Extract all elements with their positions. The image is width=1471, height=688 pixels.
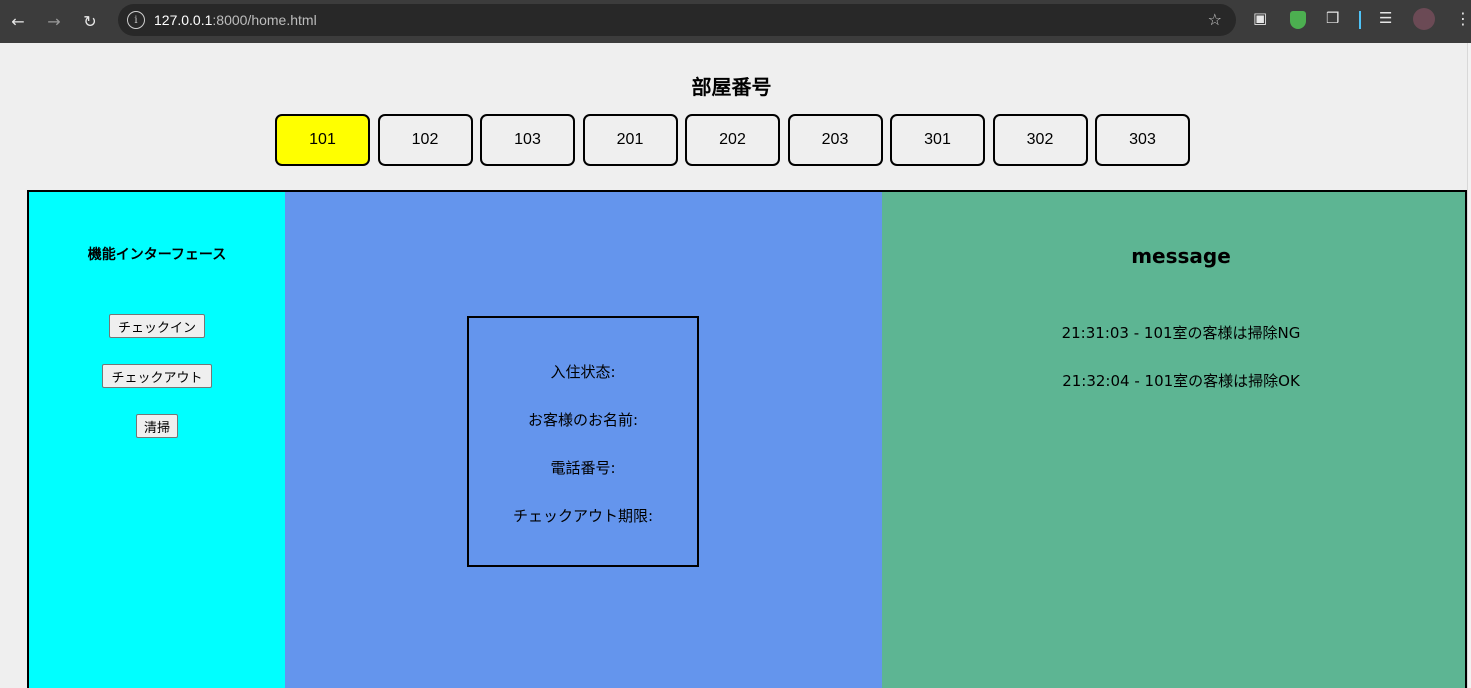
room-button-102[interactable]: 102 (377, 114, 473, 166)
site-info-icon[interactable]: i (127, 11, 145, 29)
room-button-202[interactable]: 202 (685, 114, 780, 166)
url-host: 127.0.0.1 (154, 12, 213, 28)
page-scrollbar[interactable] (1467, 43, 1471, 688)
room-button-101[interactable]: 101 (275, 114, 370, 166)
media-playlist-icon[interactable]: ☰ (1379, 9, 1392, 27)
back-icon[interactable]: ← (4, 8, 32, 36)
profile-avatar[interactable] (1413, 8, 1435, 30)
checkout-deadline-label: チェックアウト期限: (512, 507, 654, 525)
room-button-302[interactable]: 302 (992, 114, 1088, 166)
guest-name-label: お客様のお名前: (527, 411, 639, 429)
message-item: 21:32:04 - 101室の客様は掃除OK (1062, 372, 1300, 390)
reload-icon[interactable]: ↻ (76, 8, 104, 36)
clean-button[interactable]: 清掃 (136, 414, 178, 438)
phone-number-label: 電話番号: (550, 459, 616, 477)
room-button-203[interactable]: 203 (787, 114, 883, 166)
message-panel: message 21:31:03 - 101室の客様は掃除NG 21:32:04… (882, 192, 1465, 688)
checkin-button[interactable]: チェックイン (109, 314, 205, 338)
extension-icon[interactable]: ▣ (1253, 9, 1267, 27)
room-selector: 101 102 103 201 202 203 301 302 303 (275, 114, 1198, 166)
checkout-button[interactable]: チェックアウト (102, 364, 212, 388)
room-button-103[interactable]: 103 (480, 114, 575, 166)
main-container: 機能インターフェース チェックイン チェックアウト 清掃 入住状态: お客様のお… (27, 190, 1467, 688)
room-button-301[interactable]: 301 (890, 114, 985, 166)
room-info-box: 入住状态: お客様のお名前: 電話番号: チェックアウト期限: (467, 316, 699, 567)
bookmark-star-icon[interactable]: ☆ (1208, 10, 1222, 29)
function-panel-title: 機能インターフェース (87, 247, 227, 263)
room-info-panel: 入住状态: お客様のお名前: 電話番号: チェックアウト期限: (285, 192, 882, 688)
forward-icon[interactable]: → (40, 8, 68, 36)
message-item: 21:31:03 - 101室の客様は掃除NG (1061, 324, 1301, 342)
menu-dots-icon[interactable]: ⋮ (1455, 9, 1471, 28)
shield-extension-icon[interactable] (1290, 11, 1306, 29)
room-button-303[interactable]: 303 (1095, 114, 1190, 166)
page-title: 部屋番号 (691, 75, 772, 99)
function-panel: 機能インターフェース チェックイン チェックアウト 清掃 (29, 192, 285, 688)
address-bar[interactable]: i 127.0.0.1:8000/home.html ☆ (118, 4, 1236, 36)
browser-toolbar: ← → ↻ i 127.0.0.1:8000/home.html ☆ ▣ ❒ ☰… (0, 0, 1471, 43)
occupancy-status-label: 入住状态: (550, 363, 616, 381)
toolbar-divider (1359, 11, 1361, 29)
page-body: 部屋番号 101 102 103 201 202 203 301 302 303… (0, 43, 1467, 688)
message-panel-title: message (1131, 244, 1231, 268)
room-button-201[interactable]: 201 (582, 114, 678, 166)
url-text: 127.0.0.1:8000/home.html (154, 12, 317, 28)
url-path: :8000/home.html (212, 12, 317, 28)
puzzle-extensions-icon[interactable]: ❒ (1326, 9, 1339, 27)
